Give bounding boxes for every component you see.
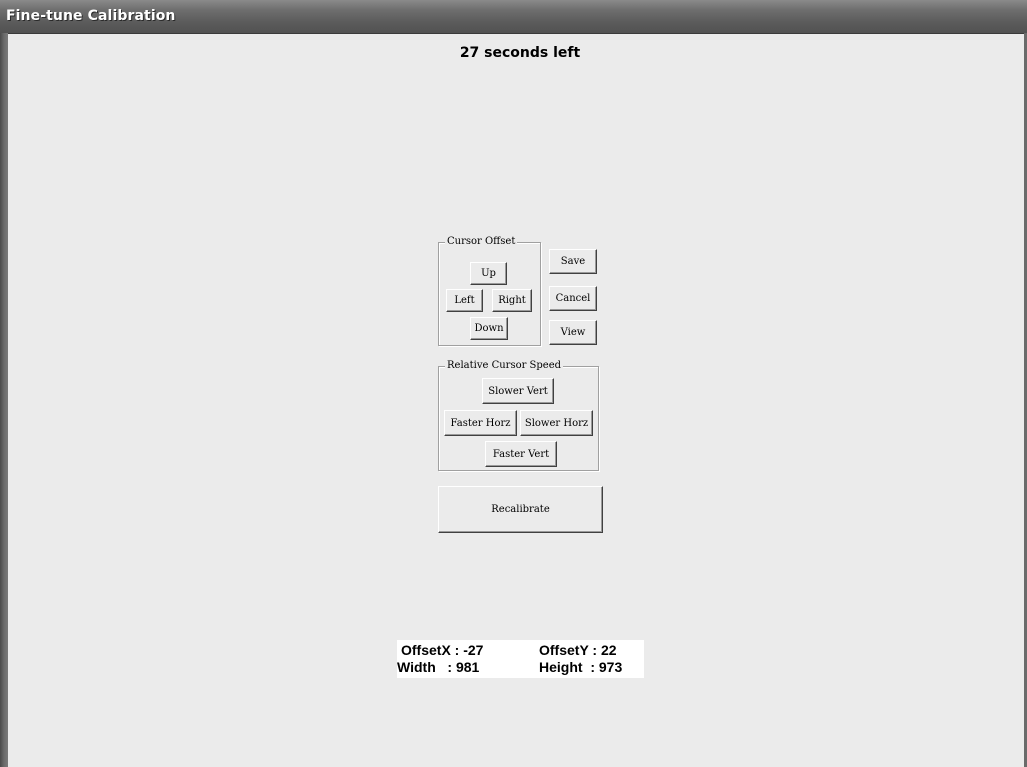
cursor-offset-label: Cursor Offset bbox=[445, 235, 518, 249]
save-button[interactable]: Save bbox=[549, 249, 597, 274]
slower-horz-button[interactable]: Slower Horz bbox=[520, 410, 593, 436]
window-title: Fine-tune Calibration bbox=[6, 8, 176, 24]
recalibrate-button[interactable]: Recalibrate bbox=[438, 486, 603, 533]
window-left-border bbox=[0, 33, 8, 767]
height-readout: Height : 973 bbox=[539, 659, 623, 675]
offset-right-button[interactable]: Right bbox=[492, 289, 532, 312]
faster-horz-button[interactable]: Faster Horz bbox=[444, 410, 517, 436]
cancel-button[interactable]: Cancel bbox=[549, 286, 597, 311]
countdown-timer: 27 seconds left bbox=[459, 45, 581, 61]
calibration-info-panel: OffsetX : -27 OffsetY : 22 Width : 981 H… bbox=[397, 640, 644, 678]
faster-vert-button[interactable]: Faster Vert bbox=[485, 441, 557, 467]
offset-y-readout: OffsetY : 22 bbox=[539, 642, 617, 658]
calibration-window: Fine-tune Calibration 27 seconds left Cu… bbox=[0, 0, 1027, 767]
offset-down-button[interactable]: Down bbox=[470, 317, 508, 340]
view-button[interactable]: View bbox=[549, 320, 597, 345]
title-bar[interactable]: Fine-tune Calibration bbox=[0, 0, 1027, 34]
offset-x-readout: OffsetX : -27 bbox=[401, 642, 484, 658]
offset-left-button[interactable]: Left bbox=[446, 289, 483, 312]
offset-up-button[interactable]: Up bbox=[470, 262, 507, 285]
width-readout: Width : 981 bbox=[397, 659, 480, 675]
cursor-speed-label: Relative Cursor Speed bbox=[445, 359, 564, 373]
slower-vert-button[interactable]: Slower Vert bbox=[482, 378, 554, 404]
